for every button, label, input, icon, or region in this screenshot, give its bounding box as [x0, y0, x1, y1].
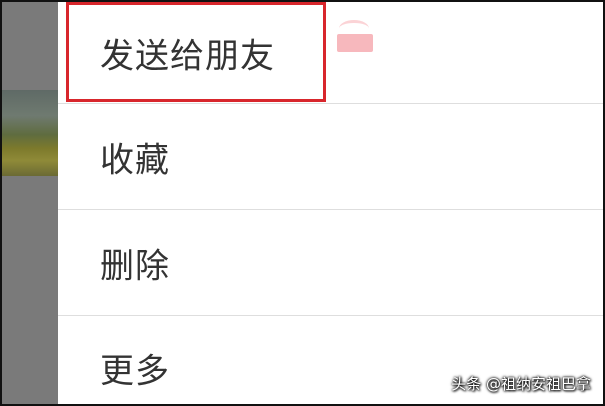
menu-item-favorite[interactable]: 收藏: [58, 104, 603, 210]
blurred-reaction-icon: [337, 20, 373, 54]
context-menu: 发送给朋友 收藏 删除 更多: [58, 2, 603, 404]
menu-item-label: 更多: [100, 351, 170, 392]
menu-item-label: 发送给朋友: [100, 36, 275, 76]
background-thumbnail-image: [2, 90, 58, 176]
menu-item-label: 收藏: [100, 140, 170, 180]
menu-item-send-to-friend[interactable]: 发送给朋友: [58, 2, 603, 104]
menu-item-delete[interactable]: 删除: [58, 210, 603, 316]
menu-item-label: 删除: [100, 246, 170, 286]
watermark: 头条 @祖纳安祖巴拿: [451, 375, 591, 393]
dimmed-background-overlay[interactable]: [2, 2, 58, 404]
